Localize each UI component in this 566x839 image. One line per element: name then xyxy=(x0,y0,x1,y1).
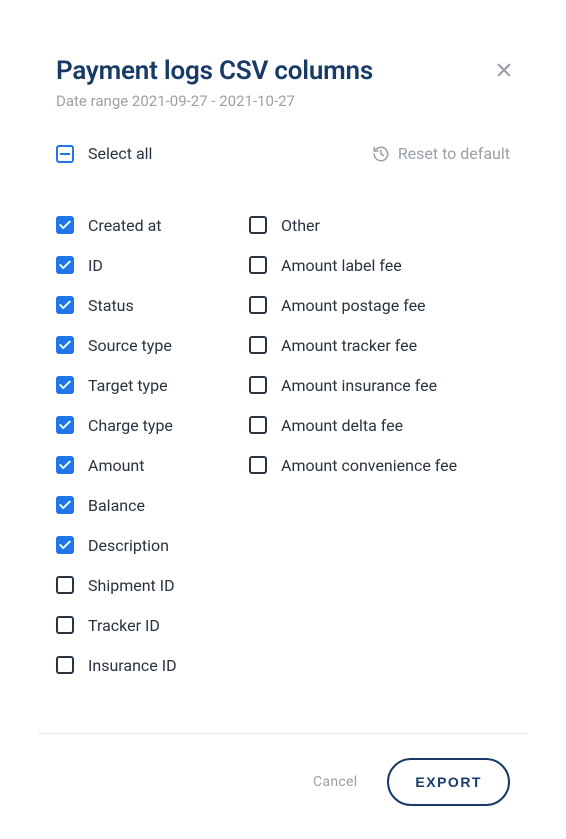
controls-row: Select all Reset to default xyxy=(56,144,510,163)
checkbox-checked-icon xyxy=(56,536,74,554)
select-all-label: Select all xyxy=(88,144,152,163)
checkbox-unchecked-icon xyxy=(249,336,267,354)
checkbox-checked-icon xyxy=(56,256,74,274)
column-checkbox-label: Target type xyxy=(88,376,168,395)
cancel-button[interactable]: Cancel xyxy=(313,774,357,790)
column-checkbox-label: Amount xyxy=(88,456,144,475)
checkbox-unchecked-icon xyxy=(249,216,267,234)
column-checkbox-item[interactable]: Amount convenience fee xyxy=(249,445,510,485)
column-checkbox-label: Balance xyxy=(88,496,145,515)
checkbox-checked-icon xyxy=(56,416,74,434)
column-checkbox-label: Shipment ID xyxy=(88,576,175,595)
dialog-footer: Cancel EXPORT xyxy=(56,734,510,830)
close-button[interactable] xyxy=(488,54,520,86)
dialog-header: Payment logs CSV columns Date range 2021… xyxy=(56,56,510,110)
column-checkbox-item[interactable]: Amount postage fee xyxy=(249,285,510,325)
column-checkbox-label: Created at xyxy=(88,216,162,235)
column-checkbox-label: Charge type xyxy=(88,416,173,435)
column-checkbox-label: Amount insurance fee xyxy=(281,376,437,395)
column-checkbox-item[interactable]: Shipment ID xyxy=(56,565,249,605)
checkbox-unchecked-icon xyxy=(249,376,267,394)
export-columns-dialog: Payment logs CSV columns Date range 2021… xyxy=(0,0,566,830)
checkbox-unchecked-icon xyxy=(56,616,74,634)
column-checkbox-item[interactable]: Source type xyxy=(56,325,249,365)
checkbox-unchecked-icon xyxy=(249,296,267,314)
columns-left: Created at ID Status Source type Target type… xyxy=(56,205,249,685)
dialog-title: Payment logs CSV columns xyxy=(56,56,510,86)
column-checkbox-label: Status xyxy=(88,296,134,315)
column-checkbox-item[interactable]: ID xyxy=(56,245,249,285)
column-checkbox-item[interactable]: Amount tracker fee xyxy=(249,325,510,365)
column-checkbox-label: Insurance ID xyxy=(88,656,177,675)
export-button[interactable]: EXPORT xyxy=(387,758,510,806)
column-checkbox-item[interactable]: Tracker ID xyxy=(56,605,249,645)
checkbox-checked-icon xyxy=(56,496,74,514)
select-all-checkbox-indeterminate xyxy=(56,145,74,163)
close-icon xyxy=(495,61,513,79)
column-checkbox-label: ID xyxy=(88,256,103,275)
column-checkbox-item[interactable]: Created at xyxy=(56,205,249,245)
column-checkbox-label: Amount tracker fee xyxy=(281,336,417,355)
column-checkbox-label: Description xyxy=(88,536,169,555)
dialog-subtitle: Date range 2021-09-27 - 2021-10-27 xyxy=(56,92,510,110)
reset-label: Reset to default xyxy=(398,144,510,163)
checkbox-checked-icon xyxy=(56,456,74,474)
checkbox-unchecked-icon xyxy=(249,256,267,274)
columns-area: Created at ID Status Source type Target type… xyxy=(56,205,510,685)
column-checkbox-item[interactable]: Target type xyxy=(56,365,249,405)
reset-to-default-button[interactable]: Reset to default xyxy=(372,144,510,163)
column-checkbox-item[interactable]: Status xyxy=(56,285,249,325)
column-checkbox-label: Other xyxy=(281,216,320,235)
column-checkbox-label: Amount label fee xyxy=(281,256,402,275)
select-all-toggle[interactable]: Select all xyxy=(56,144,152,163)
column-checkbox-item[interactable]: Amount insurance fee xyxy=(249,365,510,405)
checkbox-checked-icon xyxy=(56,216,74,234)
checkbox-unchecked-icon xyxy=(249,416,267,434)
column-checkbox-item[interactable]: Amount label fee xyxy=(249,245,510,285)
checkbox-checked-icon xyxy=(56,336,74,354)
column-checkbox-label: Source type xyxy=(88,336,172,355)
minus-icon xyxy=(60,153,70,155)
column-checkbox-item[interactable]: Balance xyxy=(56,485,249,525)
column-checkbox-item[interactable]: Amount xyxy=(56,445,249,485)
checkbox-unchecked-icon xyxy=(249,456,267,474)
column-checkbox-item[interactable]: Description xyxy=(56,525,249,565)
column-checkbox-label: Amount postage fee xyxy=(281,296,426,315)
column-checkbox-label: Amount delta fee xyxy=(281,416,403,435)
column-checkbox-item[interactable]: Amount delta fee xyxy=(249,405,510,445)
checkbox-checked-icon xyxy=(56,376,74,394)
column-checkbox-item[interactable]: Insurance ID xyxy=(56,645,249,685)
checkbox-checked-icon xyxy=(56,296,74,314)
column-checkbox-label: Amount convenience fee xyxy=(281,456,457,475)
checkbox-unchecked-icon xyxy=(56,656,74,674)
column-checkbox-item[interactable]: Other xyxy=(249,205,510,245)
column-checkbox-item[interactable]: Charge type xyxy=(56,405,249,445)
checkbox-unchecked-icon xyxy=(56,576,74,594)
column-checkbox-label: Tracker ID xyxy=(88,616,160,635)
columns-right: Other Amount label fee Amount postage fee A… xyxy=(249,205,510,685)
history-icon xyxy=(372,145,390,163)
